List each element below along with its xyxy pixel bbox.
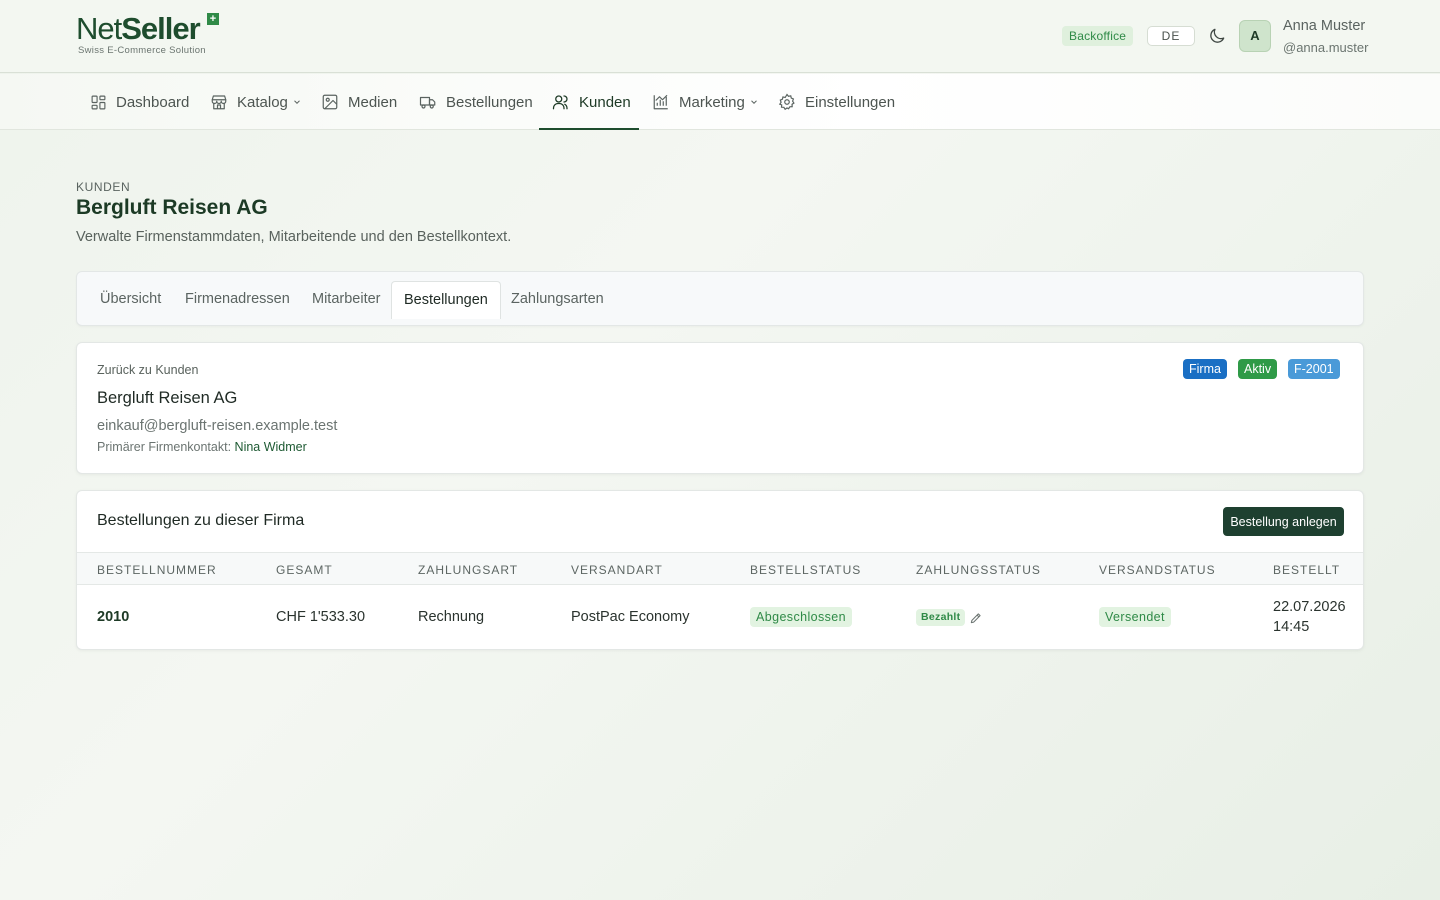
nav-item-medien[interactable]: Medien	[321, 74, 397, 130]
nav-item-kunden[interactable]: Kunden	[552, 74, 631, 130]
dashboard-icon	[91, 95, 106, 109]
active-nav-indicator	[539, 128, 639, 130]
column-header[interactable]: ZAHLUNGSART	[418, 563, 518, 577]
nav-item-dashboard[interactable]: Dashboard	[90, 74, 189, 130]
tab-uebersicht[interactable]: Übersicht	[100, 281, 161, 318]
tab-firmenadressen[interactable]: Firmenadressen	[185, 281, 290, 318]
nav-item-katalog[interactable]: Katalog	[210, 74, 302, 130]
page-subtitle: Verwalte Firmenstammdaten, Mitarbeitende…	[76, 229, 512, 245]
nav-item-marketing[interactable]: Marketing	[652, 74, 759, 130]
status-badge: Aktiv	[1238, 359, 1278, 379]
chevron-down-icon	[751, 100, 757, 104]
payment-method: Rechnung	[418, 609, 485, 625]
orders-card: Bestellungen zu dieser Firma Bestellung …	[76, 490, 1364, 650]
orders-table-header: BESTELLNUMMER GESAMT ZAHLUNGSART VERSAND…	[77, 552, 1363, 585]
netseller-logo[interactable]: NetSeller + Swiss E-Commerce Solution	[76, 12, 226, 60]
order-total: CHF 1'533.30	[276, 609, 366, 625]
store-icon	[211, 95, 227, 110]
payment-status-badge: Bezahlt	[916, 609, 966, 626]
language-switch[interactable]: DE	[1147, 26, 1195, 46]
nav-label: Kunden	[579, 93, 631, 111]
order-number[interactable]: 2010	[97, 609, 129, 625]
shipping-method: PostPac Economy	[571, 609, 690, 625]
truck-icon	[419, 96, 436, 109]
create-order-button[interactable]: Bestellung anlegen	[1223, 507, 1344, 536]
nav-label: Katalog	[237, 93, 288, 111]
edit-pencil-icon[interactable]	[969, 611, 983, 625]
user-name: Anna Muster	[1283, 18, 1366, 34]
nav-item-bestellungen[interactable]: Bestellungen	[419, 74, 533, 130]
customer-email: einkauf@bergluft-reisen.example.test	[97, 418, 338, 434]
logo-tagline: Swiss E-Commerce Solution	[78, 45, 206, 56]
gear-icon	[778, 93, 795, 111]
nav-label: Einstellungen	[805, 93, 896, 111]
page-title: Bergluft Reisen AG	[76, 196, 268, 219]
column-header[interactable]: BESTELLNUMMER	[97, 563, 217, 577]
column-header[interactable]: VERSANDART	[571, 563, 663, 577]
back-to-customers-link[interactable]: Zurück zu Kunden	[97, 363, 198, 377]
column-header[interactable]: BESTELLT	[1273, 563, 1340, 577]
main-nav: Dashboard Katalog Medien Bestellungen Ku…	[0, 74, 1440, 130]
avatar[interactable]: A	[1239, 20, 1271, 52]
tab-mitarbeiter[interactable]: Mitarbeiter	[312, 281, 381, 318]
moon-icon[interactable]	[1207, 26, 1227, 46]
orders-title: Bestellungen zu dieser Firma	[97, 512, 305, 529]
customer-id-badge: F-2001	[1288, 359, 1340, 379]
ordered-date: 22.07.2026	[1273, 599, 1346, 615]
ordered-time: 14:45	[1273, 619, 1310, 635]
type-badge: Firma	[1183, 359, 1227, 379]
column-header[interactable]: VERSANDSTATUS	[1099, 563, 1216, 577]
tab-zahlungsarten[interactable]: Zahlungsarten	[511, 281, 604, 318]
primary-contact-link[interactable]: Nina Widmer	[235, 440, 307, 454]
customer-summary-card: Zurück zu Kunden Bergluft Reisen AG eink…	[76, 342, 1364, 474]
order-status-badge: Abgeschlossen	[750, 607, 852, 627]
users-icon	[552, 95, 568, 110]
top-header: NetSeller + Swiss E-Commerce Solution Ba…	[0, 0, 1440, 73]
logo-plus-mark: +	[207, 13, 219, 25]
customer-tabs: Übersicht Firmenadressen Mitarbeiter Bes…	[76, 271, 1364, 326]
shipping-status-badge: Versendet	[1099, 607, 1171, 627]
page-eyebrow: KUNDEN	[76, 180, 131, 194]
user-handle: @anna.muster	[1283, 40, 1369, 55]
tab-bestellungen[interactable]: Bestellungen	[391, 281, 501, 319]
nav-item-einstellungen[interactable]: Einstellungen	[778, 74, 895, 130]
image-icon	[322, 94, 338, 110]
chart-icon	[653, 94, 668, 110]
nav-label: Bestellungen	[446, 93, 533, 111]
column-header[interactable]: BESTELLSTATUS	[750, 563, 861, 577]
nav-label: Medien	[348, 93, 398, 111]
primary-contact-label: Primärer Firmenkontakt:	[97, 440, 232, 454]
nav-label: Marketing	[679, 93, 745, 111]
nav-label: Dashboard	[116, 93, 190, 111]
column-header[interactable]: GESAMT	[276, 563, 333, 577]
backoffice-badge: Backoffice	[1062, 26, 1134, 46]
chevron-down-icon	[294, 100, 300, 104]
logo-wordmark: NetSeller	[76, 11, 201, 46]
primary-contact: Primärer Firmenkontakt: Nina Widmer	[97, 440, 307, 454]
customer-name: Bergluft Reisen AG	[97, 389, 238, 407]
column-header[interactable]: ZAHLUNGSSTATUS	[916, 563, 1041, 577]
